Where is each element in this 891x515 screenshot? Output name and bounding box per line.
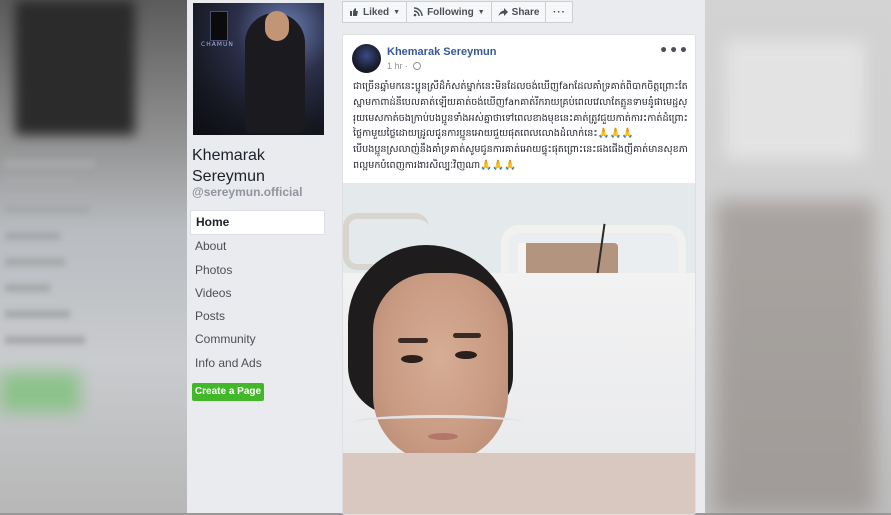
nav-item-community[interactable]: Community	[190, 328, 325, 351]
page-nav: Home About Photos Videos Posts Community…	[190, 210, 325, 375]
post-author[interactable]: Khemarak Sereymun	[387, 46, 496, 58]
page-sidebar: CHAMUN Khemarak Sereymun @sereymun.offic…	[187, 0, 332, 513]
following-label: Following	[427, 6, 474, 18]
pray-emoji: 🙏🙏🙏	[480, 159, 516, 171]
more-actions-button[interactable]: ···	[545, 1, 574, 23]
nav-item-videos[interactable]: Videos	[190, 282, 325, 305]
following-button[interactable]: Following ▼	[406, 1, 492, 23]
nav-item-home[interactable]: Home	[190, 210, 325, 236]
share-arrow-icon	[498, 8, 508, 17]
post-meta: 1 hr ·	[387, 61, 421, 71]
post-time[interactable]: 1 hr	[387, 61, 403, 71]
pray-emoji: 🙏🙏🙏	[597, 128, 634, 140]
cover-brand-text: CHAMUN	[201, 41, 234, 48]
facebook-page: CHAMUN Khemarak Sereymun @sereymun.offic…	[187, 0, 705, 515]
page-action-bar: Liked ▼ Following ▼ Share ···	[342, 1, 574, 23]
author-avatar[interactable]	[352, 44, 381, 73]
post-photo[interactable]	[343, 183, 695, 514]
post-text-paragraph-2: បើបងប្អូនស្រលាញ់នឹងគាំទ្រគាត់សូមជូនការគា…	[353, 144, 688, 171]
caret-down-icon: ▼	[477, 8, 485, 16]
nav-item-info-and-ads[interactable]: Info and Ads	[190, 352, 325, 375]
page-handle[interactable]: @sereymun.official	[192, 185, 302, 199]
liked-button[interactable]: Liked ▼	[342, 1, 408, 23]
blurred-background-left	[0, 0, 187, 513]
rss-icon	[413, 7, 423, 17]
nav-item-about[interactable]: About	[190, 235, 325, 258]
thumbs-up-icon	[350, 8, 358, 16]
share-button[interactable]: Share	[490, 1, 547, 23]
nav-item-photos[interactable]: Photos	[190, 259, 325, 282]
post-card: Khemarak Sereymun 1 hr · ••• ជាច្រើនឆ្នា…	[342, 34, 696, 515]
caret-down-icon: ▼	[393, 8, 401, 16]
profile-picture[interactable]: CHAMUN	[193, 3, 324, 135]
nav-item-posts[interactable]: Posts	[190, 305, 325, 328]
share-label: Share	[511, 6, 540, 18]
globe-icon[interactable]	[412, 62, 421, 70]
post-text-paragraph-1: ជាច្រើនឆ្នាំមកនេះប្អូនស្រីដ៏កំសត់ម្នាក់ន…	[353, 81, 688, 140]
post-options-button[interactable]: •••	[659, 43, 689, 59]
liked-label: Liked	[363, 6, 390, 18]
create-page-button[interactable]: Create a Page	[192, 383, 264, 401]
blurred-background-right	[705, 0, 891, 513]
page-name[interactable]: Khemarak Sereymun	[192, 145, 322, 187]
